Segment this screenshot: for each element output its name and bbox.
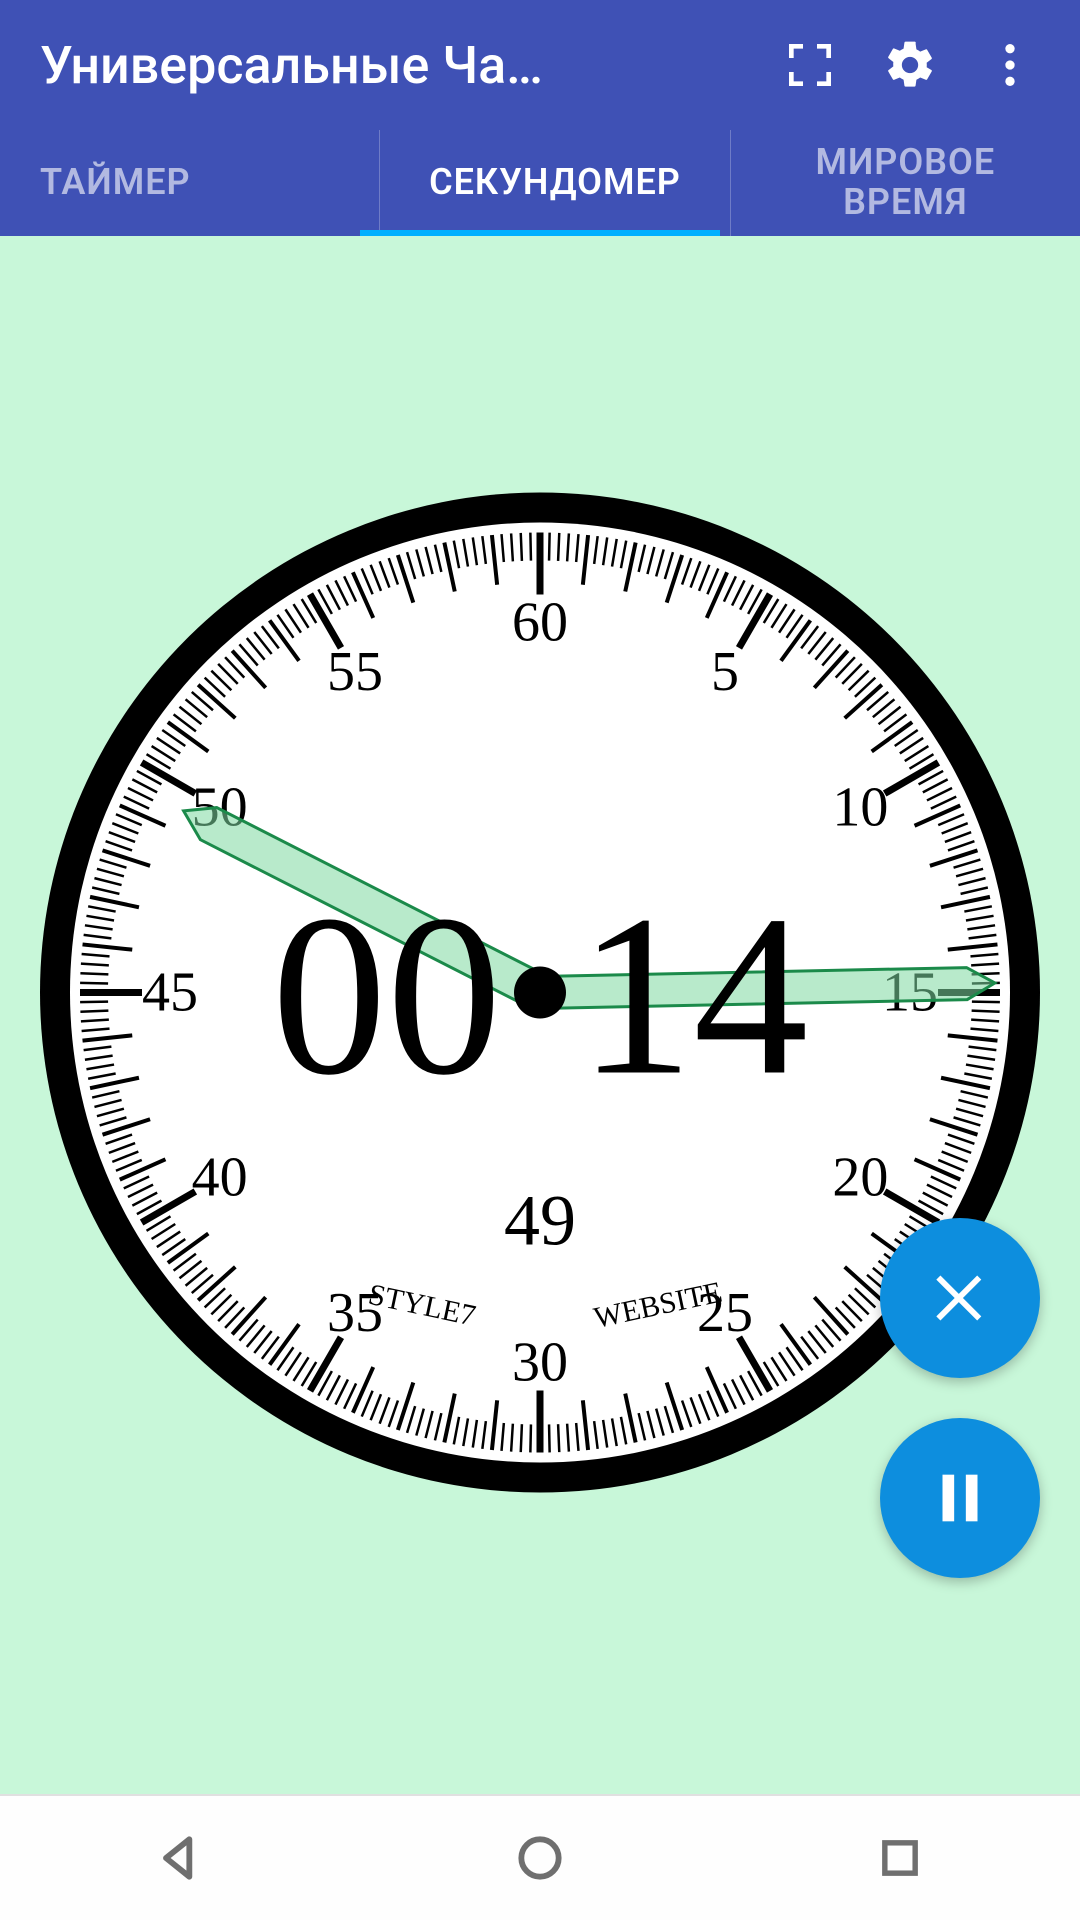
svg-text:10: 10 xyxy=(832,777,888,839)
tab-bar: ТАЙМЕР СЕКУНДОМЕР МИРОВОЕ ВРЕМЯ xyxy=(0,130,1080,236)
reset-button[interactable] xyxy=(880,1218,1040,1378)
svg-text:20: 20 xyxy=(832,1147,888,1209)
overflow-menu-button[interactable] xyxy=(960,15,1060,115)
tab-worldclock[interactable]: МИРОВОЕ ВРЕМЯ xyxy=(730,130,1080,236)
close-icon xyxy=(925,1263,995,1333)
svg-text:45: 45 xyxy=(142,962,198,1024)
tab-stopwatch[interactable]: СЕКУНДОМЕР xyxy=(379,130,729,236)
nav-recent-button[interactable] xyxy=(840,1818,960,1898)
pause-icon xyxy=(925,1463,995,1533)
app-header: Универсальные Ча… ТАЙМЕР СЕКУНДОМЕР МИРО… xyxy=(0,0,1080,236)
nav-back-button[interactable] xyxy=(120,1818,240,1898)
tab-worldclock-label: МИРОВОЕ ВРЕМЯ xyxy=(815,143,995,222)
nav-home-button[interactable] xyxy=(480,1818,600,1898)
main-content: 60510152025303540455055STYLE7WEBSITE00·1… xyxy=(0,236,1080,1794)
nav-recent-icon xyxy=(874,1832,926,1884)
nav-back-icon xyxy=(152,1830,208,1886)
stopwatch-dial: 60510152025303540455055STYLE7WEBSITE00·1… xyxy=(30,483,1050,1507)
tab-timer[interactable]: ТАЙМЕР xyxy=(0,130,379,236)
svg-text:30: 30 xyxy=(512,1332,568,1394)
more-vert-icon xyxy=(982,37,1038,93)
settings-button[interactable] xyxy=(860,15,960,115)
app-title: Универсальные Ча… xyxy=(40,35,740,96)
fullscreen-button[interactable] xyxy=(760,15,860,115)
svg-text:5: 5 xyxy=(711,641,739,703)
svg-text:60: 60 xyxy=(512,592,568,654)
top-bar: Универсальные Ча… xyxy=(0,0,1080,130)
pause-button[interactable] xyxy=(880,1418,1040,1578)
svg-text:49: 49 xyxy=(504,1181,576,1261)
fullscreen-icon xyxy=(782,37,838,93)
system-nav-bar xyxy=(0,1794,1080,1920)
gear-icon xyxy=(882,37,938,93)
svg-text:55: 55 xyxy=(327,641,383,703)
svg-text:00·14: 00·14 xyxy=(272,868,809,1123)
nav-home-icon xyxy=(512,1830,568,1886)
svg-text:40: 40 xyxy=(192,1147,248,1209)
